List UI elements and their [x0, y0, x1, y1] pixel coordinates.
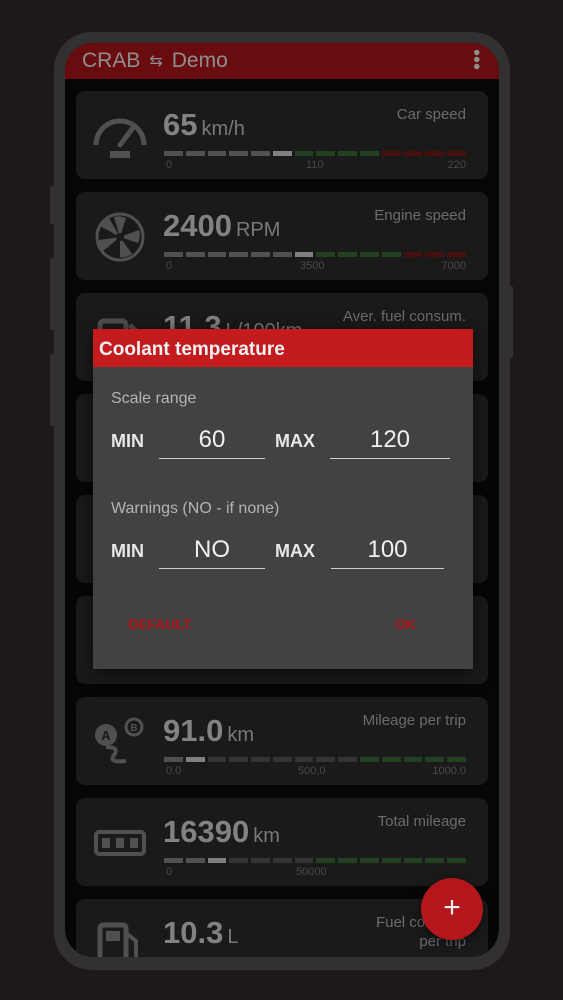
warn-max-label: MAX: [275, 541, 315, 561]
scale-max-label: MAX: [275, 431, 315, 451]
scale-min-input[interactable]: 60: [159, 425, 265, 459]
ok-button[interactable]: OK: [395, 616, 416, 632]
dialog-title: Coolant temperature: [93, 329, 473, 367]
default-button[interactable]: DEFAULT: [128, 616, 192, 632]
warn-max-input[interactable]: 100: [331, 535, 444, 569]
warnings-heading: Warnings (NO - if none): [111, 500, 280, 517]
coolant-settings-dialog: Coolant temperature Scale range MIN 60 M…: [93, 329, 473, 669]
scale-range-heading: Scale range: [111, 390, 197, 407]
warn-min-label: MIN: [111, 541, 144, 561]
warn-min-input[interactable]: NO: [159, 535, 265, 569]
scale-min-label: MIN: [111, 431, 144, 451]
add-sensor-button[interactable]: +: [421, 878, 483, 940]
plus-icon: +: [443, 891, 461, 924]
scale-max-input[interactable]: 120: [330, 425, 450, 459]
